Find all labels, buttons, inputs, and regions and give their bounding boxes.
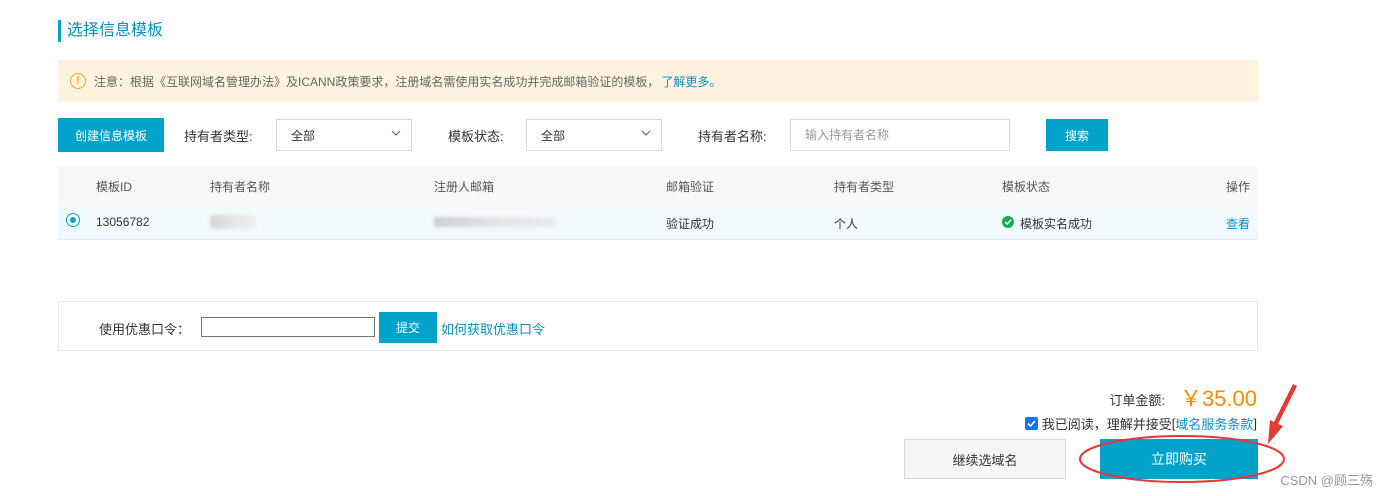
table-header: 模板ID 持有者名称 注册人邮箱 邮箱验证 持有者类型 模板状态 操作 xyxy=(58,166,1258,204)
holder-type-select[interactable]: 全部 xyxy=(276,119,412,151)
column-header: 持有者类型 xyxy=(834,180,895,194)
section-title: 选择信息模板 xyxy=(58,20,163,42)
create-template-button[interactable]: 创建信息模板 xyxy=(58,118,164,152)
holder-type: 个人 xyxy=(834,217,859,231)
template-status: 模板实名成功 xyxy=(1020,217,1093,231)
coupon-label: 使用优惠口令： xyxy=(99,322,191,337)
order-total-label: 订单金额: xyxy=(1109,393,1165,408)
template-status-select[interactable]: 全部 xyxy=(526,119,662,151)
chevron-down-icon xyxy=(391,130,401,136)
learn-more-link[interactable]: 了解更多。 xyxy=(661,73,721,90)
agreement: 我已阅读，理解并接受 [ 域名服务条款 ] xyxy=(1024,414,1257,433)
holder-name-redacted xyxy=(210,215,256,229)
info-icon: ! xyxy=(70,73,86,89)
coupon-input[interactable] xyxy=(201,317,375,337)
coupon-submit-button[interactable]: 提交 xyxy=(379,312,437,343)
column-header: 模板ID xyxy=(96,180,133,194)
template-id: 13056782 xyxy=(96,215,150,229)
holder-type-label: 持有者类型: xyxy=(184,129,253,144)
holder-name-input[interactable] xyxy=(790,119,1010,151)
template-table: 模板ID 持有者名称 注册人邮箱 邮箱验证 持有者类型 模板状态 操作 1305… xyxy=(58,166,1258,240)
annotation-arrow xyxy=(1268,384,1297,444)
template-status-label: 模板状态: xyxy=(448,129,504,144)
filter-bar: 创建信息模板 持有者类型: 全部 模板状态: 全部 持有者名称: 搜索 xyxy=(58,118,1258,152)
watermark: CSDN @顾三殇 xyxy=(1280,473,1373,488)
chevron-down-icon xyxy=(641,130,651,136)
email-verification: 验证成功 xyxy=(666,217,715,231)
email-redacted xyxy=(434,217,556,227)
row-select-radio[interactable] xyxy=(66,213,80,227)
column-header: 模板状态 xyxy=(1002,180,1051,194)
continue-select-domain-button[interactable]: 继续选域名 xyxy=(904,439,1066,479)
notice-text: 注意：根据《互联网域名管理办法》及ICANN政策要求，注册域名需使用实名成功并完… xyxy=(94,74,660,89)
column-header: 操作 xyxy=(1226,180,1251,194)
view-link[interactable]: 查看 xyxy=(1226,215,1250,232)
check-circle-icon xyxy=(1002,216,1014,228)
coupon-panel: 使用优惠口令： 提交 如何获取优惠口令 xyxy=(58,301,1258,351)
terms-link[interactable]: 域名服务条款 xyxy=(1175,414,1253,433)
agree-text: 我已阅读，理解并接受 xyxy=(1041,417,1172,432)
column-header: 注册人邮箱 xyxy=(434,180,495,194)
column-header: 邮箱验证 xyxy=(666,180,715,194)
agree-checkbox[interactable] xyxy=(1024,417,1038,430)
table-row[interactable]: 13056782 验证成功 个人 模板实名成功 查看 xyxy=(58,204,1258,240)
coupon-help-link[interactable]: 如何获取优惠口令 xyxy=(441,319,545,338)
holder-name-label: 持有者名称: xyxy=(698,129,767,144)
holder-type-value: 全部 xyxy=(291,128,316,143)
search-button[interactable]: 搜索 xyxy=(1046,119,1108,151)
notice-banner: ! 注意：根据《互联网域名管理办法》及ICANN政策要求，注册域名需使用实名成功… xyxy=(58,60,1258,102)
order-total-value: ￥35.00 xyxy=(1179,386,1257,411)
buy-now-button[interactable]: 立即购买 xyxy=(1100,439,1258,479)
template-status-value: 全部 xyxy=(541,128,566,143)
column-header: 持有者名称 xyxy=(210,180,271,194)
terms-bracket-close: ] xyxy=(1253,416,1257,431)
